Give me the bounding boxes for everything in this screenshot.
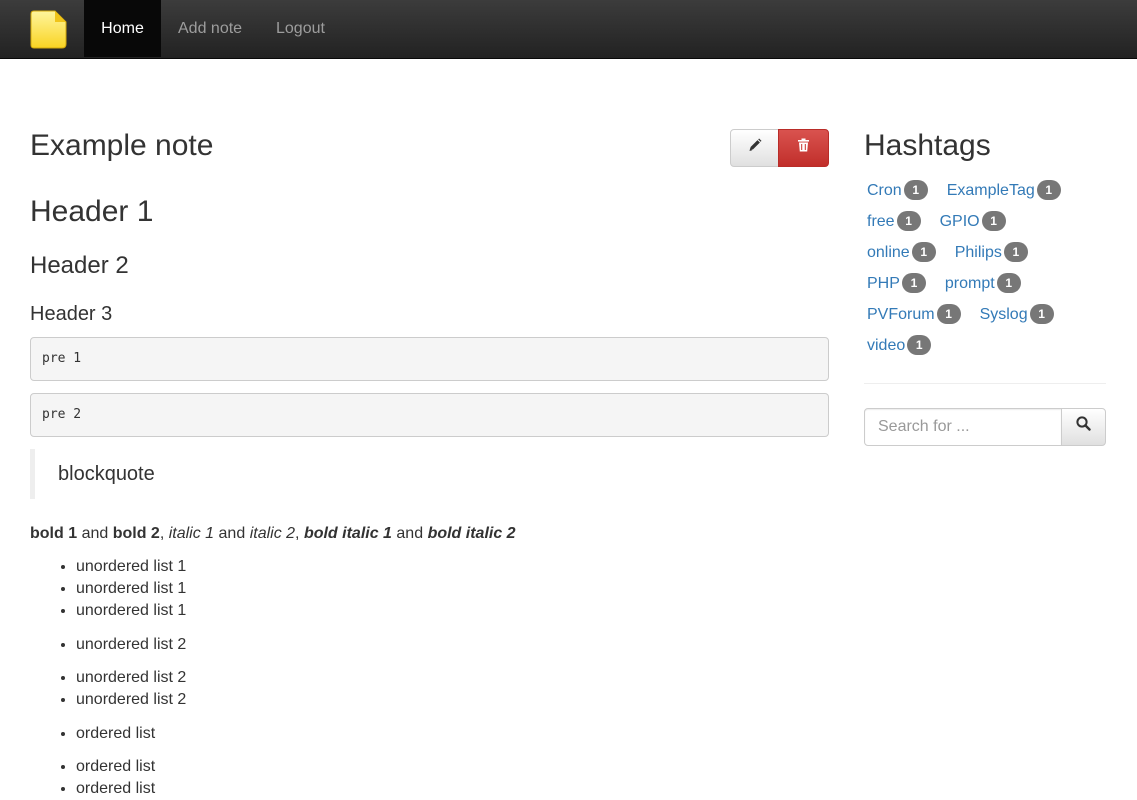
hashtag-name: Philips — [954, 244, 1002, 261]
list-item: unordered list 1 — [76, 600, 186, 622]
list-item: unordered list 1 — [76, 578, 186, 600]
hashtag-link[interactable]: Cron 1 — [867, 178, 928, 204]
pencil-icon — [748, 137, 762, 160]
hashtag-count-badge: 1 — [907, 335, 932, 355]
list-item: ordered list — [76, 756, 155, 778]
text: and — [218, 525, 246, 542]
hashtag-count-badge: 1 — [903, 180, 928, 200]
note-title: Example note — [30, 129, 214, 162]
nav-logout[interactable]: Logout — [276, 0, 325, 57]
search-button[interactable] — [1061, 408, 1106, 446]
code-block: pre 2 — [30, 393, 829, 437]
list-item: unordered list 1 — [76, 556, 186, 578]
formatted-paragraph: bold 1 and bold 2, italic 1 and italic 2… — [30, 525, 516, 542]
hashtag-link[interactable]: Syslog 1 — [980, 302, 1054, 328]
hashtag-name: video — [867, 337, 906, 354]
hashtag-link[interactable]: online 1 — [867, 240, 936, 266]
hashtag-count-badge: 1 — [1029, 304, 1054, 324]
bold-text: bold 1 — [30, 525, 78, 542]
hashtag-count-badge: 1 — [936, 304, 961, 324]
navbar: Home Add note Logout — [0, 0, 1137, 59]
list-item: unordered list 2 — [76, 689, 186, 711]
text: and — [81, 525, 109, 542]
unordered-list: unordered list 2 — [30, 634, 186, 656]
hashtag-link[interactable]: PHP 1 — [867, 271, 926, 297]
list-item: ordered list — [76, 778, 155, 800]
hashtag-name: Syslog — [979, 306, 1028, 323]
hashtag-count-badge: 1 — [896, 211, 921, 231]
hashtags-title: Hashtags — [864, 129, 991, 162]
delete-button[interactable] — [778, 129, 829, 167]
sticky-note-icon[interactable] — [28, 10, 68, 50]
hashtag-link[interactable]: PVForum 1 — [867, 302, 961, 328]
note-header-2: Header 2 — [30, 252, 129, 279]
bold-text: bold 2 — [112, 525, 160, 542]
hashtag-list: Cron 1 ExampleTag 1 free 1 GPIO 1 online 1 Phili… — [864, 178, 1114, 364]
trash-icon — [797, 137, 810, 160]
list: ordered list — [30, 723, 155, 745]
hashtag-link[interactable]: video 1 — [867, 333, 932, 359]
bold-italic-text: bold italic 2 — [427, 525, 516, 542]
hashtag-link[interactable]: free 1 — [867, 209, 921, 235]
unordered-list: unordered list 2 unordered list 2 — [30, 667, 186, 711]
list-item: unordered list 2 — [76, 667, 186, 689]
italic-text: italic 1 — [168, 525, 215, 542]
sidebar-divider — [864, 383, 1106, 384]
hashtag-count-badge: 1 — [996, 273, 1021, 293]
unordered-list: unordered list 1 unordered list 1 unorde… — [30, 556, 186, 622]
hashtag-name: GPIO — [939, 213, 980, 230]
italic-text: italic 2 — [249, 525, 296, 542]
blockquote: blockquote — [30, 449, 829, 499]
hashtag-count-badge: 1 — [901, 273, 926, 293]
hashtag-name: free — [867, 213, 895, 230]
edit-button[interactable] — [730, 129, 779, 167]
hashtag-name: PVForum — [867, 306, 935, 323]
hashtag-link[interactable]: ExampleTag 1 — [947, 178, 1061, 204]
nav-add-note[interactable]: Add note — [178, 0, 242, 57]
hashtag-count-badge: 1 — [981, 211, 1006, 231]
hashtag-link[interactable]: prompt 1 — [945, 271, 1021, 297]
hashtag-name: online — [867, 244, 910, 261]
hashtag-count-badge: 1 — [1036, 180, 1061, 200]
hashtag-name: PHP — [867, 275, 900, 292]
hashtag-name: ExampleTag — [946, 182, 1035, 199]
text: and — [396, 525, 424, 542]
note-header-3: Header 3 — [30, 303, 113, 325]
hashtag-link[interactable]: Philips 1 — [955, 240, 1028, 266]
note-header-1: Header 1 — [30, 195, 154, 228]
list-item: ordered list — [76, 723, 155, 745]
list: ordered list ordered list — [30, 756, 155, 800]
hashtag-name: Cron — [867, 182, 902, 199]
list-item: unordered list 2 — [76, 634, 186, 656]
search-icon — [1076, 415, 1091, 439]
search-input[interactable] — [864, 408, 1062, 446]
hashtag-count-badge: 1 — [911, 242, 936, 262]
code-block: pre 1 — [30, 337, 829, 381]
hashtag-count-badge: 1 — [1003, 242, 1028, 262]
bold-italic-text: bold italic 1 — [303, 525, 392, 542]
nav-home[interactable]: Home — [84, 0, 161, 57]
hashtag-link[interactable]: GPIO 1 — [940, 209, 1006, 235]
hashtag-name: prompt — [944, 275, 995, 292]
